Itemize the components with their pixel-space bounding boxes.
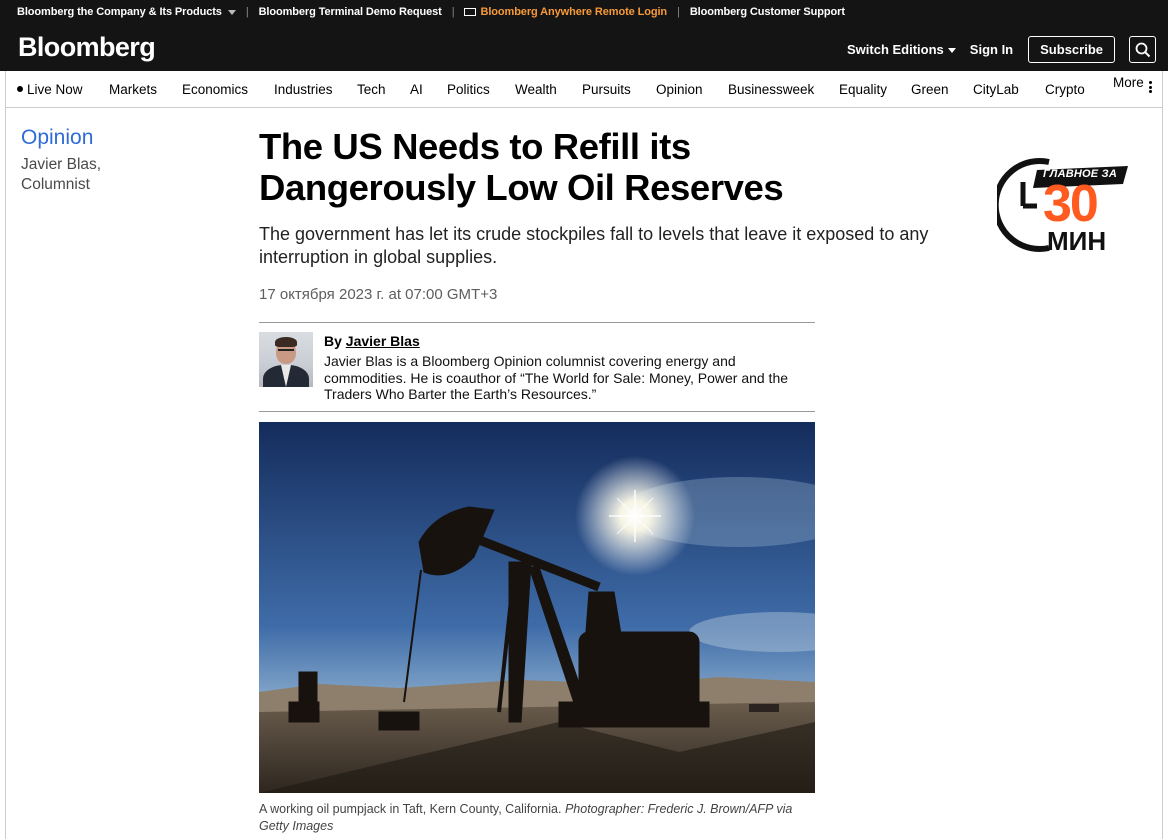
header-actions: Switch Editions Sign In Subscribe [847, 36, 1156, 63]
divider: | [245, 6, 249, 18]
monitor-icon [464, 8, 477, 17]
nav-industries[interactable]: Industries [274, 82, 333, 97]
main-nav: Live Now Markets Economics Industries Te… [5, 71, 1163, 108]
30-min-watermark: ГЛАВНОЕ ЗА 30 МИН [992, 156, 1130, 256]
terminal-demo-link[interactable]: Bloomberg Terminal Demo Request [259, 6, 442, 18]
switch-editions-button[interactable]: Switch Editions [847, 42, 956, 57]
caption-text: A working oil pumpjack in Taft, Kern Cou… [259, 802, 562, 816]
nav-wealth[interactable]: Wealth [515, 82, 557, 97]
chevron-down-icon [947, 48, 956, 54]
byline: By Javier Blas Javier Blas is a Bloomber… [259, 322, 815, 412]
article-dek: The government has let its crude stockpi… [259, 224, 929, 267]
nav-businessweek[interactable]: Businessweek [728, 82, 814, 97]
bloomberg-logo[interactable]: Bloomberg [18, 32, 156, 63]
search-button[interactable] [1129, 36, 1156, 63]
nav-markets[interactable]: Markets [109, 82, 157, 97]
nav-economics[interactable]: Economics [182, 82, 248, 97]
nav-crypto[interactable]: Crypto [1045, 82, 1085, 97]
author-link[interactable]: Javier Blas [346, 333, 420, 349]
live-dot-icon [17, 86, 23, 93]
nav-pursuits[interactable]: Pursuits [582, 82, 631, 97]
article-headline: The US Needs to Refill its Dangerously L… [259, 126, 959, 208]
byline-prefix: By [324, 333, 342, 349]
author-bio: Javier Blas is a Bloomberg Opinion colum… [324, 353, 789, 402]
byline-author: By Javier Blas [324, 333, 420, 349]
company-products-link[interactable]: Bloomberg the Company & Its Products [17, 6, 236, 18]
badge-number: 30 [1043, 175, 1099, 233]
chevron-down-icon [227, 9, 236, 15]
nav-live-now[interactable]: Live Now [17, 82, 83, 97]
nav-more[interactable]: More [1113, 75, 1152, 95]
publish-date: 17 октября 2023 г. at 07:00 GMT+3 [259, 286, 498, 303]
customer-support-link[interactable]: Bloomberg Customer Support [690, 6, 845, 18]
subscribe-button[interactable]: Subscribe [1028, 36, 1115, 63]
top-bar: Bloomberg the Company & Its Products | B… [0, 0, 1168, 71]
nav-equality[interactable]: Equality [839, 82, 887, 97]
sidebar-author-name: Javier Blas, [21, 156, 102, 173]
headline-line-1: The US Needs to Refill its [259, 126, 691, 167]
author-avatar[interactable] [259, 332, 313, 387]
divider: | [677, 6, 680, 18]
pumpjack-photo [259, 422, 815, 793]
anywhere-login-link[interactable]: Bloomberg Anywhere Remote Login [464, 6, 667, 18]
nav-ai[interactable]: AI [410, 82, 423, 97]
nav-politics[interactable]: Politics [447, 82, 490, 97]
nav-green[interactable]: Green [911, 82, 949, 97]
section-label-opinion[interactable]: Opinion [21, 126, 93, 150]
nav-tech[interactable]: Tech [357, 82, 386, 97]
search-icon [1135, 42, 1150, 57]
sign-in-link[interactable]: Sign In [970, 42, 1013, 57]
article-photo [259, 422, 815, 793]
divider: | [451, 6, 455, 18]
more-vertical-icon [1148, 80, 1152, 95]
sidebar-author[interactable]: Javier Blas, Columnist [21, 155, 101, 195]
badge-unit: МИН [1047, 226, 1107, 256]
photo-caption: A working oil pumpjack in Taft, Kern Cou… [259, 801, 819, 834]
nav-citylab[interactable]: CityLab [973, 82, 1019, 97]
headline-line-2: Dangerously Low Oil Reserves [259, 167, 784, 208]
nav-opinion[interactable]: Opinion [656, 82, 703, 97]
utility-bar: Bloomberg the Company & Its Products | B… [0, 0, 845, 24]
sidebar-author-role: Columnist [21, 176, 90, 193]
